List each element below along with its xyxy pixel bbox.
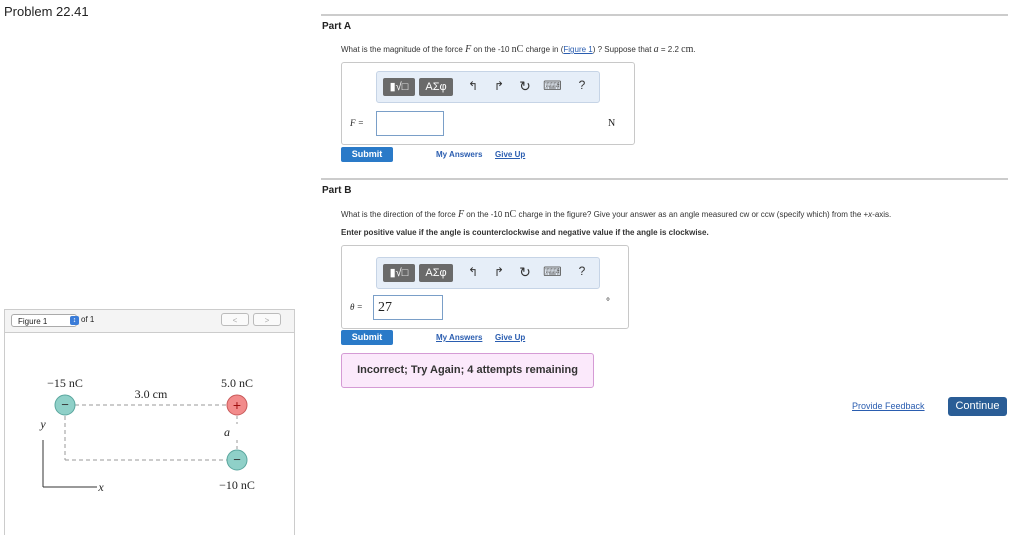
part-b-answer-box: ▮√□ AΣφ ↰ ↱ ↻ ⌨ ? θ = 27 °	[341, 245, 629, 329]
templates-button-b[interactable]: ▮√□	[383, 264, 415, 282]
label-q1: −15 nC	[47, 376, 83, 390]
redo-icon[interactable]: ↱	[491, 265, 507, 279]
part-b-my-answers-link[interactable]: My Answers	[436, 333, 482, 342]
part-b-feedback-message: Incorrect; Try Again; 4 attempts remaini…	[341, 353, 594, 388]
help-icon[interactable]: ?	[575, 78, 589, 92]
part-b-unit: °	[606, 297, 610, 308]
figure-panel: Figure 1 ↕ of 1 < > − + − −15 nC 5.0 nC …	[4, 309, 295, 535]
label-distance: 3.0 cm	[135, 387, 168, 401]
part-b-answer-input[interactable]: 27	[373, 295, 443, 320]
figure-toolbar: Figure 1 ↕ of 1 < >	[5, 310, 294, 333]
part-b-submit-button[interactable]: Submit	[341, 330, 393, 345]
figure-select-label: Figure 1	[18, 317, 48, 326]
part-a-submit-button[interactable]: Submit	[341, 147, 393, 162]
label-q3: −10 nC	[219, 478, 255, 492]
symbols-button-b[interactable]: AΣφ	[419, 264, 453, 282]
divider-part-b	[321, 178, 1008, 180]
part-a-give-up-link[interactable]: Give Up	[495, 150, 525, 159]
undo-icon[interactable]: ↰	[465, 265, 481, 279]
part-a-question: What is the magnitude of the force F on …	[341, 44, 696, 55]
chevron-down-icon: ↕	[70, 316, 79, 325]
next-figure-button[interactable]: >	[253, 313, 281, 326]
part-b-question: What is the direction of the force F on …	[341, 209, 892, 220]
part-a-math-toolbar: ▮√□ AΣφ ↰ ↱ ↻ ⌨ ?	[376, 71, 600, 103]
part-b-instruction: Enter positive value if the angle is cou…	[341, 228, 709, 237]
label-y-axis: y	[39, 417, 46, 431]
figure-select[interactable]: Figure 1 ↕	[11, 314, 79, 327]
part-a-answer-box: ▮√□ AΣφ ↰ ↱ ↻ ⌨ ? F = N	[341, 62, 635, 145]
divider-part-a	[321, 14, 1008, 16]
part-a-input-label: F =	[350, 118, 364, 128]
charge-q2-sign: +	[233, 397, 241, 413]
templates-button[interactable]: ▮√□	[383, 78, 415, 96]
label-a: a	[224, 425, 230, 439]
part-a-title: Part A	[322, 21, 352, 32]
part-b-give-up-link[interactable]: Give Up	[495, 333, 525, 342]
label-x-axis: x	[97, 480, 104, 494]
charge-diagram: − + − −15 nC 5.0 nC 3.0 cm a −10 nC y x	[39, 376, 255, 494]
label-q2: 5.0 nC	[221, 376, 253, 390]
part-a-unit: N	[608, 118, 616, 129]
figure-1-link[interactable]: Figure 1	[563, 45, 592, 54]
prev-figure-button[interactable]: <	[221, 313, 249, 326]
part-b-math-toolbar: ▮√□ AΣφ ↰ ↱ ↻ ⌨ ?	[376, 257, 600, 289]
provide-feedback-link[interactable]: Provide Feedback	[852, 401, 925, 411]
symbols-button[interactable]: AΣφ	[419, 78, 453, 96]
charge-q1-sign: −	[61, 397, 69, 412]
part-b-input-label: θ =	[350, 302, 363, 312]
part-a-answer-input[interactable]	[376, 111, 444, 136]
part-b-title: Part B	[322, 185, 352, 196]
keyboard-icon[interactable]: ⌨	[543, 78, 562, 94]
charge-q3-sign: −	[233, 452, 241, 467]
figure-count: of 1	[81, 315, 95, 324]
keyboard-icon[interactable]: ⌨	[543, 264, 562, 280]
problem-title: Problem 22.41	[4, 4, 89, 19]
part-a-my-answers-link[interactable]: My Answers	[436, 150, 482, 159]
reset-icon[interactable]: ↻	[517, 78, 533, 95]
redo-icon[interactable]: ↱	[491, 79, 507, 93]
continue-button[interactable]: Continue	[948, 397, 1007, 416]
reset-icon[interactable]: ↻	[517, 264, 533, 281]
help-icon[interactable]: ?	[575, 264, 589, 278]
undo-icon[interactable]: ↰	[465, 79, 481, 93]
